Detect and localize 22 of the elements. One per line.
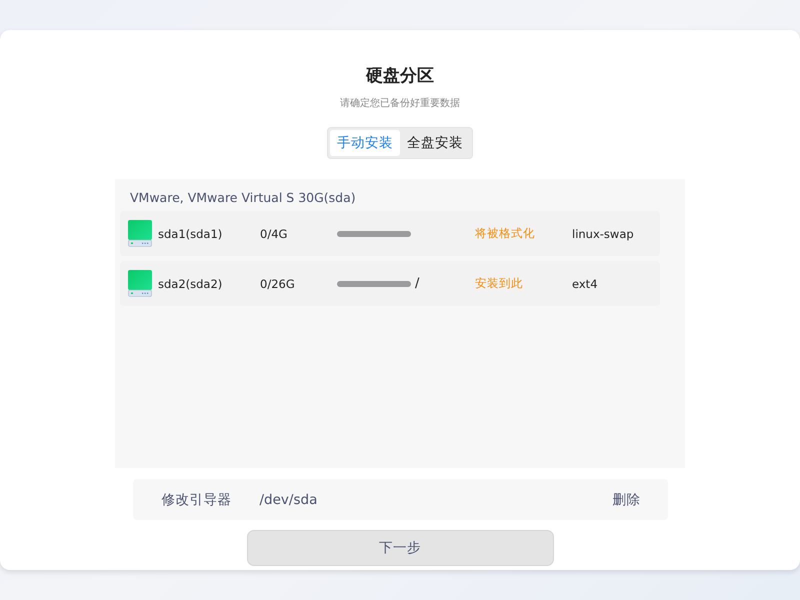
disk-name: VMware, VMware Virtual S 30G(sda) [129,189,357,207]
mount-point: / [415,276,420,291]
partition-row[interactable]: sda2(sda2) 0/26G / 安装到此 ext4 [120,261,660,306]
drive-icon [128,270,152,297]
partition-status: 安装到此 [475,276,524,291]
tab[interactable]: 全盘安装 [400,130,470,156]
filesystem-type: linux-swap [572,226,634,240]
partition-status: 将被格式化 [475,226,536,241]
dialog-title: 硬盘分区 [366,65,434,87]
bootloader-label: 修改引导器 [162,490,232,508]
drive-icon [128,220,152,247]
delete-button[interactable]: 删除 [612,490,640,508]
partition-usage: 0/4G [260,226,288,240]
filesystem-type: ext4 [572,276,598,290]
partition-usage: 0/26G [260,276,296,290]
partition-name: sda1(sda1) [158,226,224,240]
tab[interactable]: 手动安装 [330,130,400,156]
dialog-subtitle: 请确定您已备份好重要数据 [340,96,460,110]
partition-name: sda2(sda2) [158,276,224,290]
partition-row[interactable]: sda1(sda1) 0/4G 将被格式化 linux-swap [120,211,660,256]
next-button[interactable]: 下一步 [246,530,554,566]
bootloader-device: /dev/sda [260,492,318,508]
